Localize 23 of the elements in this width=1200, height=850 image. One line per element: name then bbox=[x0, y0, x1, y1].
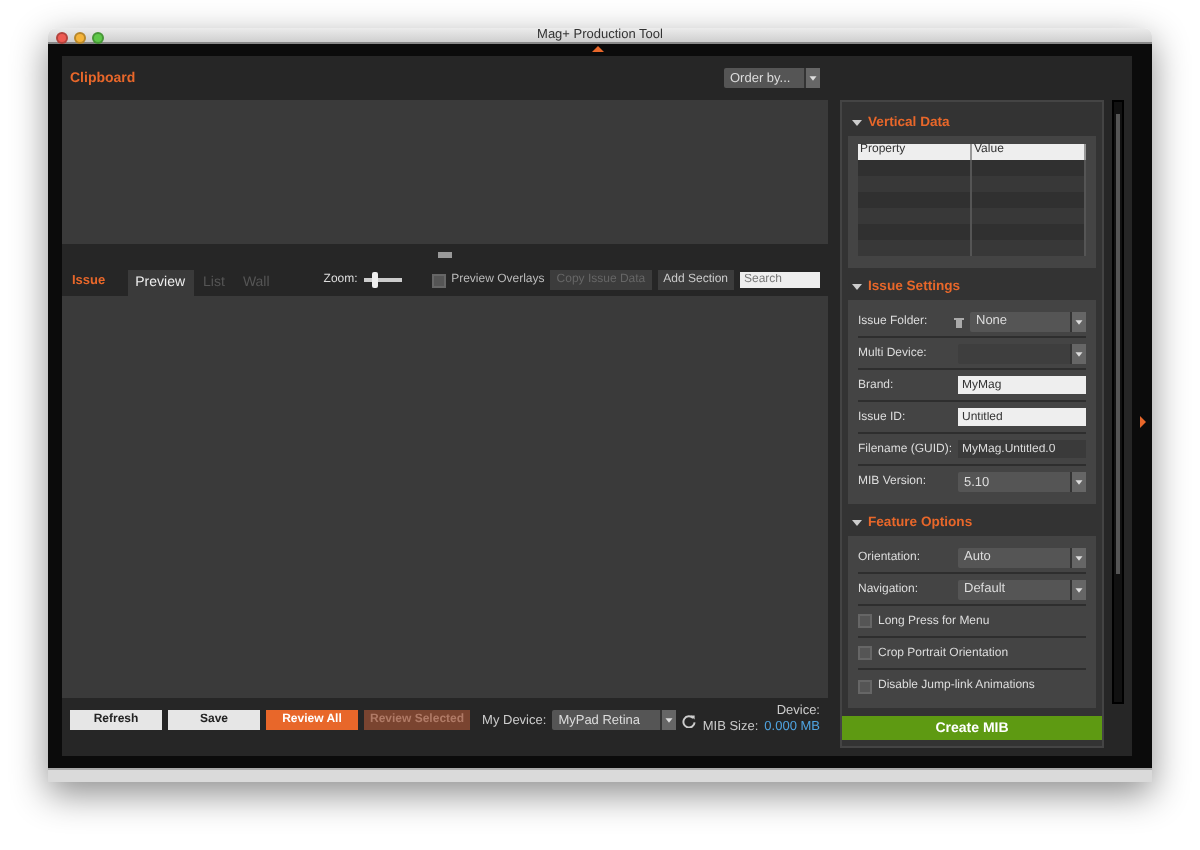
refresh-icon[interactable] bbox=[682, 713, 697, 727]
maximize-icon[interactable] bbox=[92, 32, 104, 44]
resize-handle[interactable] bbox=[438, 252, 452, 258]
caret-icon bbox=[660, 710, 677, 730]
disclosure-triangle-icon[interactable] bbox=[852, 517, 862, 527]
checkbox[interactable] bbox=[858, 646, 872, 660]
scrollbar[interactable] bbox=[1112, 100, 1124, 704]
close-icon[interactable] bbox=[56, 32, 68, 44]
disclosure-triangle-icon[interactable] bbox=[852, 117, 862, 127]
checkbox[interactable] bbox=[858, 614, 872, 628]
caret-icon bbox=[1070, 579, 1086, 599]
minimize-icon[interactable] bbox=[74, 32, 86, 44]
triangle-icon[interactable] bbox=[1140, 416, 1146, 428]
caret-icon bbox=[1070, 343, 1086, 363]
caret-icon bbox=[804, 68, 820, 88]
caret-icon bbox=[1070, 547, 1086, 567]
checkbox[interactable] bbox=[431, 273, 446, 287]
checkbox[interactable] bbox=[858, 679, 872, 693]
trash-icon[interactable] bbox=[954, 315, 964, 327]
disclosure-triangle-icon[interactable] bbox=[852, 281, 862, 291]
caret-icon bbox=[1070, 311, 1086, 331]
slider-thumb[interactable] bbox=[372, 272, 379, 288]
caret-icon bbox=[1070, 472, 1086, 492]
